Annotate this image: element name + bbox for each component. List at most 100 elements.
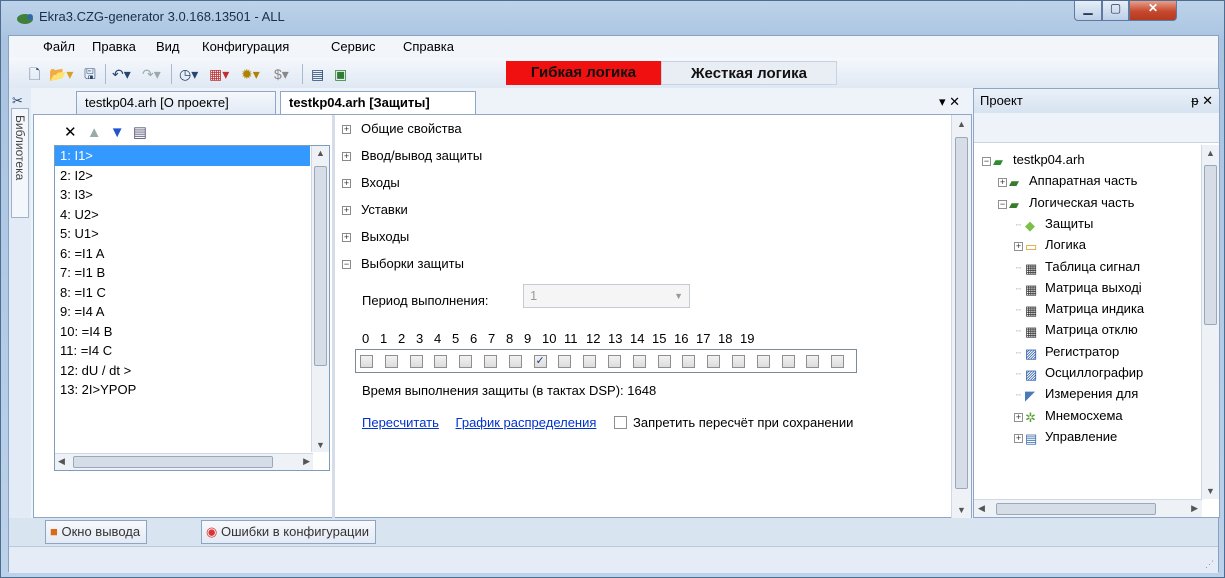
config-errors-tab[interactable]: ◉ Ошибки в конфигурации [201,520,377,544]
sample-checkbox[interactable] [384,355,398,368]
menu-edit[interactable]: Правка [92,39,136,54]
tree-node[interactable]: ┈ ◆ Защиты [1014,213,1094,234]
undo-icon[interactable]: ↶▾ [112,65,131,83]
list-icon[interactable]: ▤ [311,65,324,83]
list-item[interactable]: 2: I2> [55,166,310,186]
expand-icon[interactable]: + [342,152,351,161]
minimize-button[interactable]: ▁ [1074,1,1102,21]
menu-service[interactable]: Сервис [331,39,376,54]
list-item[interactable]: 1: I1> [55,146,310,166]
sample-checkbox[interactable] [781,355,795,368]
hard-logic-button[interactable]: Жесткая логика [661,61,837,85]
collapse-icon[interactable]: − [998,199,1007,209]
delete-icon[interactable]: ✕ [64,124,77,141]
excel-icon[interactable]: ▣ [334,65,347,83]
prohibit-recalc-checkbox[interactable] [614,416,628,429]
tree-node[interactable]: − ▰ testkp04.arh [982,149,1085,170]
properties-vscroll-thumb[interactable] [955,137,968,489]
tab-protections[interactable]: testkp04.arh [Защиты] [280,91,476,115]
chart-icon[interactable]: ▦▾ [209,65,229,83]
tab-menu-icon[interactable]: ▾ ✕ [939,94,960,110]
properties-icon[interactable]: ▤ [133,124,147,141]
expand-icon[interactable]: + [342,233,351,242]
move-down-icon[interactable]: ▼ [110,124,125,141]
project-hscroll-thumb[interactable] [996,503,1156,515]
save-icon[interactable]: 🖫 [84,65,96,83]
redo-icon[interactable]: ↷▾ [142,65,161,83]
list-item[interactable]: 12: dU / dt > [55,361,310,381]
category-row[interactable]: + Входы [342,169,400,196]
expand-icon[interactable]: + [998,178,1007,188]
category-row[interactable]: + Ввод/вывод защиты [342,142,482,169]
flex-logic-button[interactable]: Гибкая логика [506,61,661,85]
category-row[interactable]: − Выборки защиты [342,250,464,277]
tree-node[interactable]: ┈ ▦ Матрица отклю [1014,319,1138,340]
sample-checkbox[interactable] [732,355,745,368]
category-row[interactable]: + Общие свойства [342,115,462,142]
protections-list[interactable]: 1: I1> 2: I2> 3: I3> 4: U2> 5: U1> 6: =I1 A 7:… [54,145,330,471]
open-folder-icon[interactable]: 📂▾ [49,65,73,83]
list-item[interactable]: 7: =I1 B [55,263,310,283]
timer-icon[interactable]: ◷▾ [179,65,198,83]
expand-icon[interactable]: + [342,206,351,215]
sample-checkbox[interactable] [583,355,597,368]
tab-about-project[interactable]: testkp04.arh [О проекте] [76,91,276,114]
sample-checkbox[interactable] [831,355,845,368]
list-vscroll[interactable]: ▲ ▼ [311,146,329,452]
list-item[interactable]: 4: U2> [55,205,310,225]
expand-icon[interactable]: + [1014,412,1023,422]
resize-grip-icon[interactable]: ⋰ [1205,559,1214,570]
list-item[interactable]: 10: =I4 B [55,322,310,342]
list-item[interactable]: 6: =I1 A [55,244,310,264]
tree-node[interactable]: ┈ ◤ Измерения для [1014,383,1138,404]
project-hscroll[interactable]: ◀ ▶ [974,499,1202,517]
dollar-icon[interactable]: $▾ [274,65,289,83]
sample-checkbox[interactable] [806,355,820,368]
new-file-icon[interactable]: 🗋 [29,65,40,83]
tree-node[interactable]: ┈ ▨ Регистратор [1014,341,1119,362]
menu-configuration[interactable]: Конфигурация [202,39,289,54]
tree-node[interactable]: ┈ ▦ Таблица сигнал [1014,256,1140,277]
tree-node[interactable]: ┈ ▨ Осциллографир [1014,362,1143,383]
sample-checkbox[interactable] [657,355,671,368]
maximize-button[interactable]: ▢ [1102,1,1129,21]
pin-close-icon[interactable]: ᵽ ✕ [1191,93,1213,109]
expand-icon[interactable]: + [342,179,351,188]
list-item[interactable]: 8: =I1 C [55,283,310,303]
menu-view[interactable]: Вид [156,39,180,54]
list-item[interactable]: 3: I3> [55,185,310,205]
output-window-tab[interactable]: ■ Окно вывода [45,520,148,544]
list-item[interactable]: 5: U1> [55,224,310,244]
sample-checkbox[interactable] [608,355,621,368]
collapse-icon[interactable]: − [342,260,351,269]
list-hscroll[interactable]: ◀ ▶ [55,453,313,470]
sample-checkbox[interactable] [508,355,522,368]
sample-checkbox[interactable] [484,355,497,368]
title-bar[interactable]: Ekra3.CZG-generator 3.0.168.13501 - ALL … [1,1,1224,35]
sample-checkbox[interactable] [409,355,423,368]
collapse-icon[interactable]: − [982,157,991,166]
tree-node[interactable]: − ▰ Логическая часть [998,192,1134,213]
tree-node[interactable]: ┈ ▦ Матрица выході [1014,277,1142,298]
tree-node[interactable]: ┈ ▦ Матрица индика [1014,298,1144,319]
move-up-icon[interactable]: ▲ [87,124,102,141]
library-tab[interactable]: Библиотека [11,108,29,218]
list-item[interactable]: 9: =I4 A [55,302,310,322]
list-item[interactable]: 11: =I4 C [55,341,310,361]
period-select[interactable]: 1 ▼ [523,284,690,308]
menu-file[interactable]: Файл [43,39,75,54]
list-vscroll-thumb[interactable] [314,166,327,366]
sample-checkbox[interactable] [707,355,721,368]
expand-icon[interactable]: + [1014,433,1023,443]
list-hscroll-thumb[interactable] [73,456,273,468]
project-vscroll[interactable]: ▲ ▼ [1201,145,1219,499]
schedule-link[interactable]: График распределения [456,415,597,430]
sample-checkbox[interactable] [360,355,373,368]
project-vscroll-thumb[interactable] [1204,165,1217,325]
close-button[interactable]: ✕ [1129,1,1177,21]
sample-checkbox[interactable]: ✓ [533,355,547,368]
sample-checkbox[interactable] [558,355,572,368]
sample-checkbox[interactable] [756,355,770,368]
expand-icon[interactable]: + [342,125,351,134]
expand-icon[interactable]: + [1014,242,1023,252]
